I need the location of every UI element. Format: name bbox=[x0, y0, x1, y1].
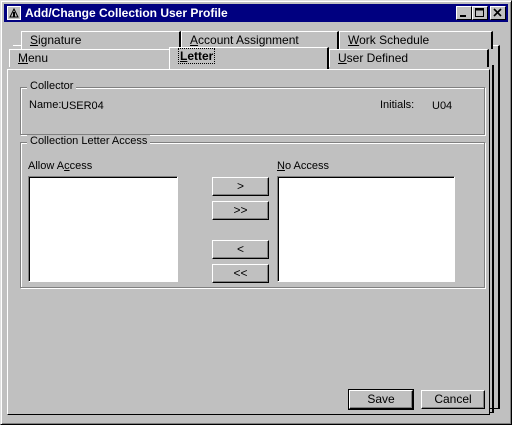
close-icon bbox=[493, 8, 502, 17]
tab-signature[interactable]: Signature bbox=[21, 31, 181, 49]
move-left-button[interactable]: < bbox=[212, 240, 269, 259]
tab-label: Account Assignment bbox=[190, 33, 299, 47]
tab-user-defined[interactable]: User Defined bbox=[329, 49, 489, 67]
tab-label: Signature bbox=[30, 33, 82, 47]
window-title: Add/Change Collection User Profile bbox=[25, 6, 228, 20]
collector-group: Collector Name: USER04 Initials: U04 bbox=[20, 80, 485, 135]
allow-access-list[interactable] bbox=[28, 176, 178, 282]
initials-label: Initials: bbox=[380, 99, 415, 111]
app-icon[interactable] bbox=[7, 6, 21, 20]
minimize-icon bbox=[460, 15, 466, 17]
allow-access-label: Allow Access bbox=[28, 160, 93, 172]
title-bar[interactable]: Add/Change Collection User Profile bbox=[4, 4, 508, 22]
dialog-window: Add/Change Collection User Profile Signa… bbox=[0, 0, 512, 425]
initials-value: U04 bbox=[432, 100, 453, 112]
name-value: USER04 bbox=[61, 100, 104, 112]
move-all-right-button[interactable]: >> bbox=[212, 201, 269, 220]
move-right-button[interactable]: > bbox=[212, 177, 269, 196]
tab-menu[interactable]: Menu bbox=[9, 49, 171, 67]
group-title: Collector bbox=[27, 80, 77, 92]
letter-access-group: Collection Letter Access Allow Access > … bbox=[20, 135, 485, 288]
tab-label: User Defined bbox=[338, 51, 409, 65]
maximize-icon bbox=[475, 8, 484, 17]
tab-work-schedule[interactable]: Work Schedule bbox=[339, 31, 493, 49]
tab-label: Letter bbox=[178, 48, 216, 64]
tab-label: Work Schedule bbox=[348, 33, 430, 47]
no-access-label: No Access bbox=[277, 160, 329, 172]
save-button[interactable]: Save bbox=[348, 389, 414, 410]
no-access-list[interactable] bbox=[277, 176, 455, 282]
maximize-button[interactable] bbox=[472, 6, 488, 20]
group-title: Collection Letter Access bbox=[27, 135, 151, 147]
move-all-left-button[interactable]: << bbox=[212, 264, 269, 283]
tab-page-letter: Collector Name: USER04 Initials: U04 Col… bbox=[7, 69, 490, 415]
name-label: Name: bbox=[29, 99, 62, 111]
close-button[interactable] bbox=[490, 6, 506, 20]
cancel-button[interactable]: Cancel bbox=[421, 390, 485, 409]
tab-label: Menu bbox=[18, 51, 49, 65]
minimize-button[interactable] bbox=[456, 6, 472, 20]
tab-letter[interactable]: Letter bbox=[169, 47, 329, 69]
